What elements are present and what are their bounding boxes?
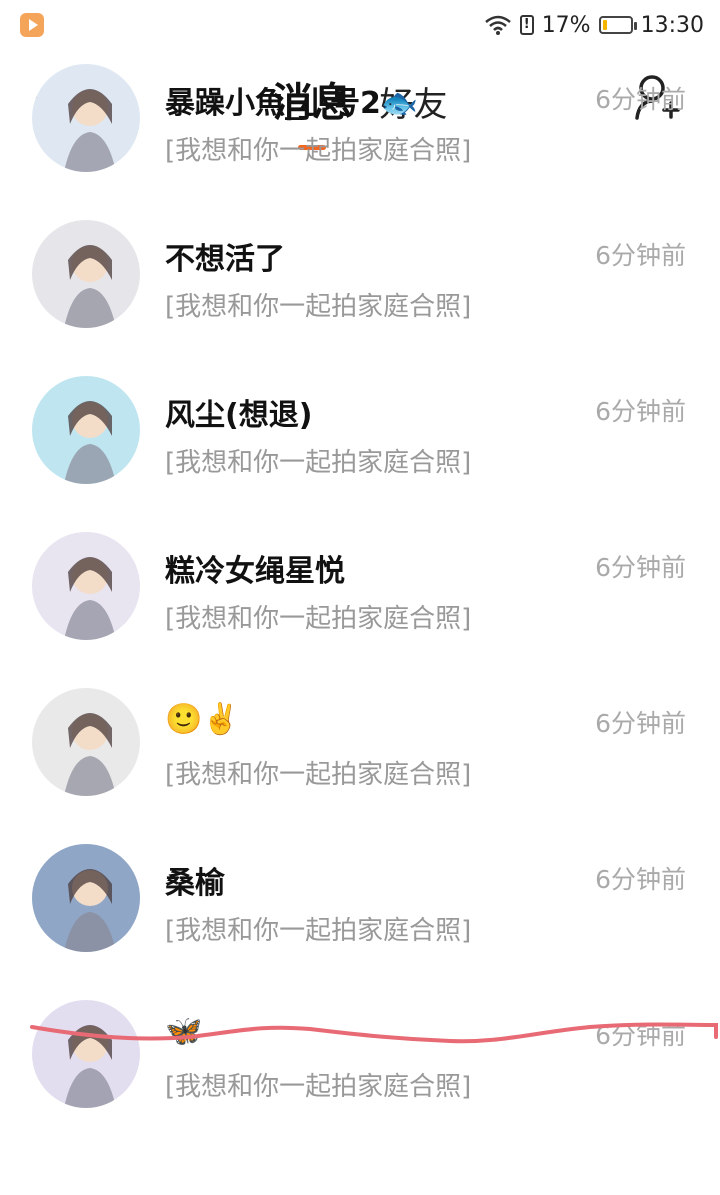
app-notification-icon bbox=[20, 13, 44, 37]
wifi-icon bbox=[484, 15, 511, 35]
message-preview: [我想和你一起拍家庭合照] bbox=[165, 292, 472, 322]
status-indicators: ! 17% 13:30 bbox=[484, 8, 704, 42]
avatar[interactable] bbox=[32, 220, 140, 328]
contact-name: 风尘(想退) bbox=[165, 398, 313, 433]
message-time: 6分钟前 bbox=[595, 397, 686, 426]
battery-level bbox=[602, 20, 607, 30]
message-preview: [我想和你一起拍家庭合照] bbox=[165, 604, 472, 634]
conversation-row[interactable]: 🙂✌️ [我想和你一起拍家庭合照] 6分钟前 bbox=[0, 664, 720, 820]
avatar[interactable] bbox=[32, 532, 140, 640]
message-preview: [我想和你一起拍家庭合照] bbox=[165, 448, 472, 478]
message-preview: [我想和你一起拍家庭合照] bbox=[165, 1072, 472, 1102]
message-time: 6分钟前 bbox=[595, 553, 686, 582]
message-time: 6分钟前 bbox=[595, 241, 686, 270]
contact-name: 暴躁小魚_小号2🐟 bbox=[165, 86, 419, 121]
message-preview: [我想和你一起拍家庭合照] bbox=[165, 760, 472, 790]
contact-name: 桑榆 bbox=[165, 866, 225, 901]
message-time: 6分钟前 bbox=[595, 865, 686, 894]
conversation-row[interactable]: 风尘(想退) [我想和你一起拍家庭合照] 6分钟前 bbox=[0, 352, 720, 508]
clock: 13:30 bbox=[640, 12, 704, 38]
contact-name: 🙂✌️ bbox=[165, 702, 240, 737]
battery-alert-icon: ! bbox=[519, 15, 534, 35]
message-preview: [我想和你一起拍家庭合照] bbox=[165, 136, 472, 166]
avatar[interactable] bbox=[32, 64, 140, 172]
avatar[interactable] bbox=[32, 844, 140, 952]
avatar[interactable] bbox=[32, 376, 140, 484]
contact-name: 不想活了 bbox=[165, 242, 285, 277]
conversation-row[interactable]: 糕冷女绳星悦 [我想和你一起拍家庭合照] 6分钟前 bbox=[0, 508, 720, 664]
message-time: 6分钟前 bbox=[595, 85, 686, 114]
contact-name: 糕冷女绳星悦 bbox=[165, 554, 345, 589]
conversation-row[interactable]: 不想活了 [我想和你一起拍家庭合照] 6分钟前 bbox=[0, 196, 720, 352]
conversation-row[interactable]: 桑榆 [我想和你一起拍家庭合照] 6分钟前 bbox=[0, 820, 720, 976]
avatar[interactable] bbox=[32, 688, 140, 796]
message-preview: [我想和你一起拍家庭合照] bbox=[165, 916, 472, 946]
battery-percent: 17% bbox=[541, 12, 591, 38]
battery-icon bbox=[598, 16, 637, 34]
conversation-row[interactable]: 暴躁小魚_小号2🐟 [我想和你一起拍家庭合照] 6分钟前 bbox=[0, 40, 720, 196]
message-time: 6分钟前 bbox=[595, 709, 686, 738]
red-scribble-line bbox=[30, 1022, 718, 1044]
